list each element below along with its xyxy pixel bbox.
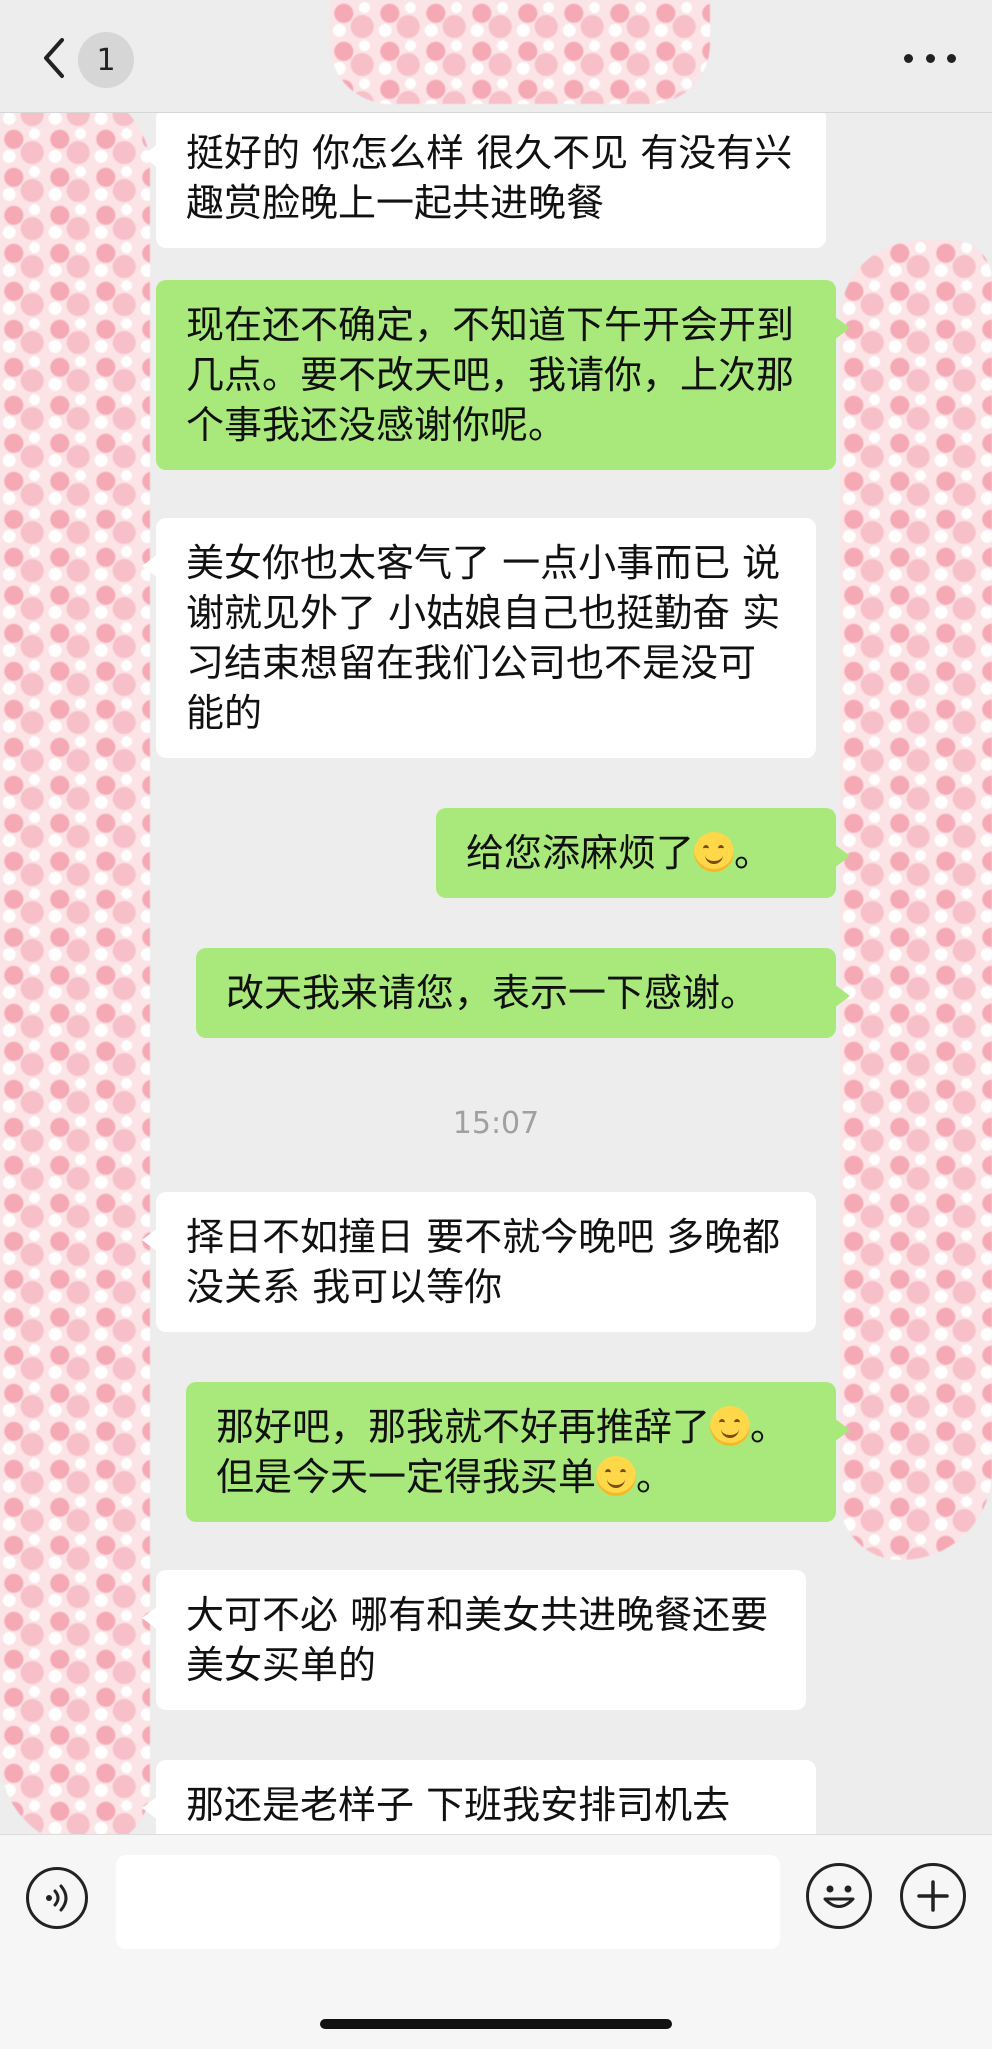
message-bubble-outgoing[interactable]: 现在还不确定，不知道下午开会开到几点。要不改天吧，我请你，上次那个事我还没感谢你…: [156, 280, 850, 470]
message-bubble-incoming[interactable]: 那还是老样子 下班我安排司机去: [142, 1760, 816, 1834]
hearts-censor-overlay-top: [330, 0, 710, 104]
message-text: 美女你也太客气了 一点小事而已 说谢就见外了 小姑娘自己也挺勤奋 实习结束想留在…: [186, 541, 781, 735]
message-bubble-incoming[interactable]: 挺好的 你怎么样 很久不见 有没有兴趣赏脸晚上一起共进晚餐: [142, 112, 826, 248]
message-text: 现在还不确定，不知道下午开会开到几点。要不改天吧，我请你，上次那个事我还没感谢你…: [186, 303, 795, 447]
emoji-button[interactable]: [806, 1863, 872, 1929]
message-text: 挺好的 你怎么样 很久不见 有没有兴趣赏脸晚上一起共进晚餐: [186, 131, 793, 225]
home-indicator[interactable]: [320, 2019, 672, 2029]
back-button[interactable]: [36, 34, 72, 82]
message-text: 。: [734, 831, 773, 875]
more-dots-icon: [904, 53, 913, 63]
message-text: 择日不如撞日 要不就今晚吧 多晚都没关系 我可以等你: [186, 1215, 781, 1309]
message-bubble-outgoing[interactable]: 那好吧，那我就不好再推辞了 。但是今天一定得我买单。: [186, 1382, 850, 1522]
message-text: 。: [636, 1455, 675, 1499]
message-text: 改天我来请您，表示一下感谢。: [226, 971, 759, 1015]
smiling-face-icon: [710, 1406, 751, 1446]
emoji-icon: [823, 1885, 855, 1908]
unread-count-badge[interactable]: 1: [78, 32, 134, 88]
message-text: 大可不必 哪有和美女共进晚餐还要美女买单的: [186, 1593, 769, 1687]
message-text: 那好吧，那我就不好再推辞了: [216, 1405, 711, 1449]
message-bubble-outgoing[interactable]: 改天我来请您，表示一下感谢。: [196, 948, 850, 1038]
plus-icon: [917, 1880, 949, 1912]
chat-timestamp: 15:07: [452, 1106, 540, 1141]
message-bubble-incoming[interactable]: 大可不必 哪有和美女共进晚餐还要美女买单的: [142, 1570, 806, 1710]
more-actions-button[interactable]: [900, 1863, 966, 1929]
message-bubble-incoming[interactable]: 择日不如撞日 要不就今晚吧 多晚都没关系 我可以等你: [142, 1192, 816, 1332]
message-text: 那还是老样子 下班我安排司机去: [186, 1783, 731, 1827]
message-list[interactable]: 挺好的 你怎么样 很久不见 有没有兴趣赏脸晚上一起共进晚餐 现在还不确定，不知道…: [0, 112, 992, 1834]
smiling-face-icon: [694, 832, 735, 872]
message-input[interactable]: [116, 1855, 780, 1949]
input-bar: [0, 1834, 992, 2049]
more-options-button[interactable]: [904, 44, 956, 72]
message-text: 给您添麻烦了: [466, 831, 695, 875]
voice-icon: [46, 1884, 68, 1912]
message-bubble-outgoing[interactable]: 给您添麻烦了。: [436, 808, 850, 898]
chevron-left-icon: [44, 38, 64, 78]
smiling-face-icon: [596, 1456, 637, 1496]
voice-button[interactable]: [26, 1867, 88, 1929]
message-bubble-incoming[interactable]: 美女你也太客气了 一点小事而已 说谢就见外了 小姑娘自己也挺勤奋 实习结束想留在…: [142, 518, 816, 758]
